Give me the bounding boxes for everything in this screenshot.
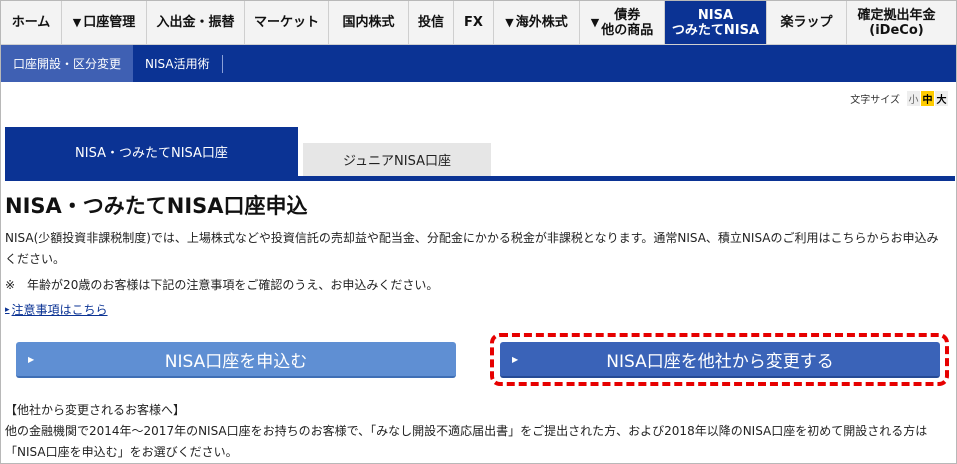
- nav-funds[interactable]: 投信: [409, 1, 454, 44]
- nav-ideco[interactable]: 確定拠出年金 (iDeCo): [847, 1, 946, 44]
- nav-bonds[interactable]: ▼ 債券 他の商品: [580, 1, 665, 44]
- font-size-medium-button[interactable]: 中: [921, 91, 934, 106]
- nav-domestic-stocks[interactable]: 国内株式: [329, 1, 409, 44]
- highlight-dashed-border: [490, 333, 949, 386]
- triangle-down-icon: ▼: [590, 16, 600, 29]
- triangle-down-icon: ▼: [72, 16, 82, 29]
- nav-nisa[interactable]: NISA つみたてNISA: [665, 1, 767, 44]
- nav-rakuwrap[interactable]: 楽ラップ: [767, 1, 847, 44]
- apply-nisa-button[interactable]: ▶ NISA口座を申込む: [16, 342, 456, 378]
- font-size-label: 文字サイズ: [850, 95, 900, 106]
- precautions-link[interactable]: ▸ 注意事項はこちら: [5, 301, 108, 318]
- nav-fx[interactable]: FX: [454, 1, 494, 44]
- nav-market[interactable]: マーケット: [245, 1, 329, 44]
- top-navigation: ホーム ▼ 口座管理 入出金・振替 マーケット 国内株式 投信 FX ▼ 海外株式 …: [1, 1, 956, 45]
- font-size-control: 文字サイズ 小 中 大: [850, 91, 948, 106]
- page-title: NISA・つみたてNISA口座申込: [5, 194, 308, 218]
- nisa-description: NISA(少額投資非課税制度)では、上場株式などや投資信託の売却益や配当金、分配…: [5, 231, 939, 266]
- nav-home[interactable]: ホーム: [1, 1, 62, 44]
- tab-nisa-tsumitate[interactable]: NISA・つみたてNISA口座: [5, 127, 298, 176]
- font-size-small-button[interactable]: 小: [907, 91, 920, 106]
- arrow-right-icon: ▸: [5, 304, 10, 315]
- nav-account[interactable]: ▼ 口座管理: [62, 1, 147, 44]
- triangle-down-icon: ▼: [505, 16, 514, 29]
- subnav-item-nisa-tips[interactable]: NISA活用術: [133, 45, 222, 82]
- tab-underline: [5, 176, 955, 181]
- arrow-right-icon: ▶: [28, 354, 35, 364]
- nav-deposit[interactable]: 入出金・振替: [147, 1, 245, 44]
- transfer-heading: 【他社から変更されるお客様へ】: [5, 403, 186, 417]
- font-size-large-button[interactable]: 大: [935, 91, 948, 106]
- transfer-description: 他の金融機関で2014年～2017年のNISA口座をお持ちのお客様で、「みなし開…: [5, 424, 928, 459]
- subnav-divider: [221, 54, 223, 73]
- account-tabs: NISA・つみたてNISA口座 ジュニアNISA口座: [5, 127, 956, 182]
- tab-junior-nisa[interactable]: ジュニアNISA口座: [303, 143, 491, 176]
- nav-foreign-stocks[interactable]: ▼ 海外株式: [494, 1, 580, 44]
- subnav-item-account-open[interactable]: 口座開設・区分変更: [1, 45, 134, 82]
- sub-navigation: 口座開設・区分変更 NISA活用術: [1, 45, 956, 82]
- age-note: ※ 年齢が20歳のお客様は下記の注意事項をご確認のうえ、お申込みください。: [5, 278, 439, 292]
